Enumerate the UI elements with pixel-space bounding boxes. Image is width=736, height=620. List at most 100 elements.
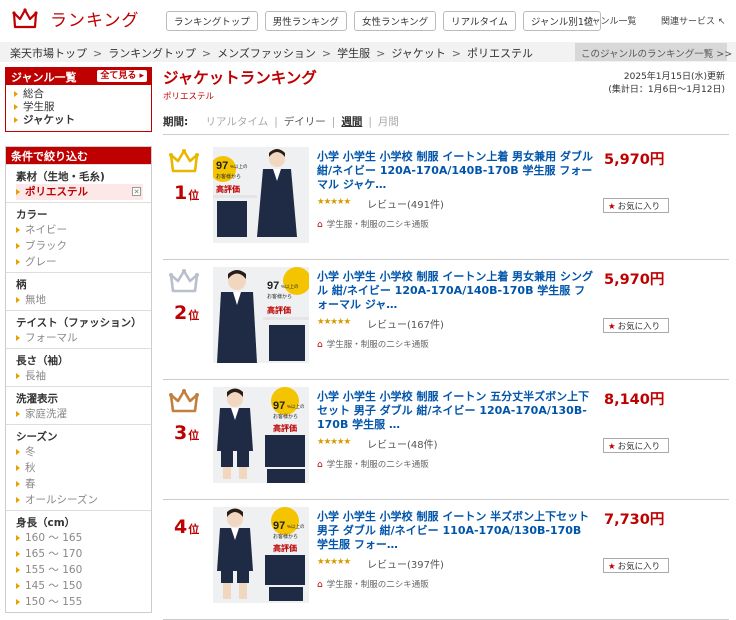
updated-date: 2025年1月15日(水)更新 [623, 72, 725, 82]
bronze-crown-icon [169, 389, 199, 413]
silver-crown-icon [169, 269, 199, 293]
svg-text:%以上の: %以上の [230, 163, 248, 169]
shop-link[interactable]: ⌂ 学生服・制服の二シキ通販 [317, 338, 429, 350]
filter-all-season[interactable]: オールシーズン [16, 492, 143, 508]
rank-number: 2位 [174, 302, 200, 324]
star-icon: ★ [608, 322, 616, 332]
product-name-link[interactable]: 小学 小学生 小学校 制服 イートン 五分丈半ズボン上下セット 男子 ダブル 紺… [317, 390, 595, 432]
tab-weekly[interactable]: 週間 [341, 116, 362, 128]
remove-filter-icon[interactable]: ✕ [132, 187, 141, 196]
favorite-button[interactable]: ★ お気に入り [603, 558, 669, 573]
filter-washing: 洗濯表示 家庭洗濯 [6, 386, 151, 424]
tab-monthly[interactable]: 月間 [378, 116, 399, 128]
product-image[interactable]: 97 %以上の お客様から 高評価 [213, 507, 309, 603]
breadcrumb-ranking-top[interactable]: ランキングトップ [108, 47, 196, 60]
filter-height-150-155[interactable]: 150 ～ 155 [16, 594, 143, 610]
home-icon: ⌂ [317, 340, 323, 350]
filter-navy[interactable]: ネイビー [16, 222, 143, 238]
nav-realtime[interactable]: リアルタイム [443, 11, 516, 31]
nav-male-ranking[interactable]: 男性ランキング [264, 11, 347, 31]
breadcrumb-polyester[interactable]: ポリエステル [467, 47, 533, 60]
tab-realtime[interactable]: リアルタイム [206, 116, 269, 128]
filter-plain[interactable]: 無地 [16, 292, 143, 308]
review-link[interactable]: レビュー(167件) [367, 316, 444, 331]
svg-text:お客様から: お客様から [273, 413, 298, 420]
filter-height-160-165[interactable]: 160 ～ 165 [16, 530, 143, 546]
filter-winter[interactable]: 冬 [16, 444, 143, 460]
filter-long-sleeve[interactable]: 長袖 [16, 368, 143, 384]
svg-text:高評価: 高評価 [273, 543, 297, 553]
update-info: 2025年1月15日(水)更新 (集計日：1月6日～1月12日) [608, 71, 725, 97]
favorite-button[interactable]: ★ お気に入り [603, 198, 669, 213]
rank-number: 3位 [174, 422, 200, 444]
filter-home-wash[interactable]: 家庭洗濯 [16, 406, 143, 422]
breadcrumb-rakuten-top[interactable]: 楽天市場トップ [10, 47, 87, 60]
rating-stars-icon: ★★★★★ [317, 557, 351, 567]
genre-item-overall[interactable]: 総合 [14, 88, 143, 101]
favorite-button[interactable]: ★ お気に入り [603, 438, 669, 453]
filter-autumn[interactable]: 秋 [16, 460, 143, 476]
genre-list-link[interactable]: ジャンル一覧 [583, 14, 637, 27]
related-services-link[interactable]: 関連サービス ↖ [661, 14, 725, 27]
filter-sleeve: 長さ（袖） 長袖 [6, 348, 151, 386]
svg-text:97: 97 [267, 280, 279, 292]
shop-link[interactable]: ⌂ 学生服・制服の二シキ通販 [317, 578, 429, 590]
breadcrumb-school-uniform[interactable]: 学生服 [337, 47, 370, 60]
svg-text:97: 97 [216, 160, 228, 172]
product-image[interactable]: 97 %以上の お客様から 高評価 [213, 387, 309, 483]
home-icon: ⌂ [317, 460, 323, 470]
breadcrumb-mens-fashion[interactable]: メンズファッション [217, 47, 316, 60]
genre-item-school-uniform[interactable]: 学生服 [14, 101, 143, 114]
filter-formal[interactable]: フォーマル [16, 330, 143, 346]
shop-link[interactable]: ⌂ 学生服・制服の二シキ通販 [317, 218, 429, 230]
ranking-logo[interactable]: ランキング [12, 6, 140, 31]
crown-logo-icon [12, 7, 38, 28]
see-all-button[interactable]: 全て見る ▸ [97, 70, 147, 82]
nav-female-ranking[interactable]: 女性ランキング [353, 11, 437, 31]
filter-box-header: 条件で絞り込む [6, 147, 151, 164]
filter-height-145-150[interactable]: 145 ～ 150 [16, 578, 143, 594]
review-link[interactable]: レビュー(397件) [367, 556, 444, 571]
period-tabs: 期間: リアルタイム | デイリー | 週間 | 月間 [163, 116, 399, 128]
review-link[interactable]: レビュー(48件) [367, 436, 438, 451]
filter-taste: テイスト（ファッション） フォーマル [6, 310, 151, 348]
product-image[interactable]: 97 %以上の お客様から 高評価 [213, 267, 309, 363]
rating-stars-icon: ★★★★★ [317, 437, 351, 447]
filter-black[interactable]: ブラック [16, 238, 143, 254]
rank-number: 4位 [174, 516, 200, 538]
ranking-item: 2位 97 %以上の お客様から 高評価 小学 小学生 小学校 制服 イートン上… [163, 262, 729, 380]
filter-box: 条件で絞り込む 素材（生地・毛糸) ポリエステル ✕ カラー ネイビー ブラック … [5, 146, 152, 613]
rating-stars-icon: ★★★★★ [317, 317, 351, 327]
product-name-link[interactable]: 小学 小学生 小学校 制服 イートン上着 男女兼用 シングル 紺/ネイビー 12… [317, 270, 595, 312]
product-name-link[interactable]: 小学 小学生 小学校 制服 イートン上着 男女兼用 ダブル 紺/ネイビー 120… [317, 150, 595, 192]
filter-height-155-160[interactable]: 155 ～ 160 [16, 562, 143, 578]
star-icon: ★ [608, 442, 616, 452]
price: 8,140円 [604, 392, 665, 408]
genre-ranking-list-button[interactable]: このジャンルのランキング一覧 >> [575, 43, 732, 61]
svg-text:97: 97 [273, 400, 285, 412]
tab-daily[interactable]: デイリー [284, 116, 326, 128]
filter-season: シーズン 冬 秋 春 オールシーズン [6, 424, 151, 510]
ranking-item: 1位 97 %以上の お客様から 高評価 小学 小学生 小学校 制服 イートン上… [163, 142, 729, 260]
svg-text:高評価: 高評価 [267, 305, 291, 315]
rating-stars-icon: ★★★★★ [317, 197, 351, 207]
filter-pattern: 柄 無地 [6, 272, 151, 310]
product-name-link[interactable]: 小学 小学生 小学校 制服 イートン 半ズボン上下セット 男子 ダブル 紺/ネイ… [317, 510, 595, 552]
filter-polyester-selected[interactable]: ポリエステル ✕ [16, 184, 143, 200]
page-subtitle: ポリエステル [163, 92, 215, 102]
genre-item-jacket[interactable]: ジャケット [14, 114, 143, 127]
filter-gray[interactable]: グレー [16, 254, 143, 270]
top-nav: ランキングトップ 男性ランキング 女性ランキング リアルタイム ジャンル別1位 [166, 11, 602, 31]
page-title: ジャケットランキング [163, 69, 317, 87]
filter-height-165-170[interactable]: 165 ～ 170 [16, 546, 143, 562]
filter-spring[interactable]: 春 [16, 476, 143, 492]
price: 5,970円 [604, 152, 665, 168]
shop-link[interactable]: ⌂ 学生服・制服の二シキ通販 [317, 458, 429, 470]
nav-ranking-top[interactable]: ランキングトップ [166, 11, 258, 31]
home-icon: ⌂ [317, 580, 323, 590]
product-image[interactable]: 97 %以上の お客様から 高評価 [213, 147, 309, 243]
favorite-button[interactable]: ★ お気に入り [603, 318, 669, 333]
review-link[interactable]: レビュー(491件) [367, 196, 444, 211]
breadcrumb-jacket[interactable]: ジャケット [391, 47, 445, 60]
breadcrumb: 楽天市場トップ > ランキングトップ > メンズファッション > 学生服 > ジャケット > ポリエ… [10, 47, 533, 60]
